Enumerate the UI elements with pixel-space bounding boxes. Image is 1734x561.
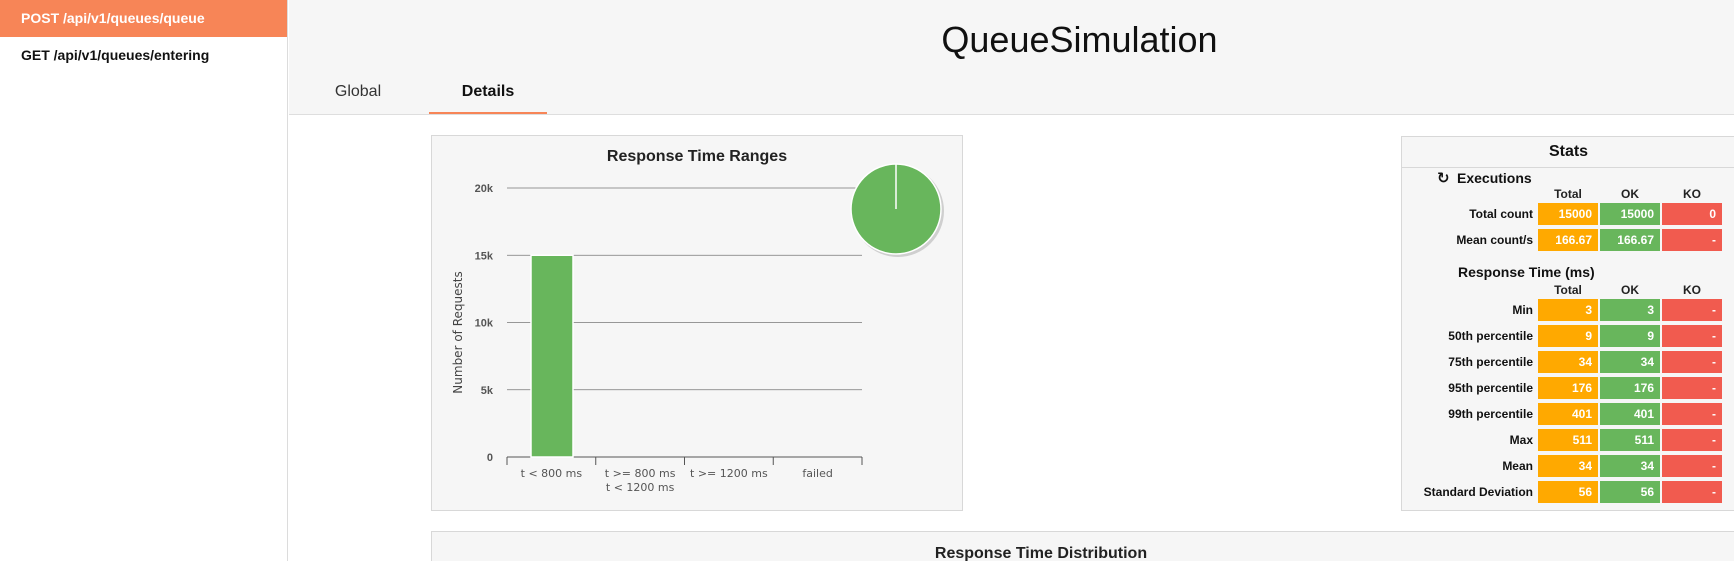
distribution-title: Response Time Distribution [934,545,1148,561]
response-time-heading: Response Time (ms) [1458,264,1595,280]
response-time-ranges-chart: 0 5k 10k 15k 20k t < 800 ms t >= 800 mst < 120… [451,163,944,494]
response-time-row-label: Max [1509,433,1533,447]
response-time-row-label: 75th percentile [1448,355,1533,369]
response-time-cell-ok: 56 [1600,481,1660,503]
response-time-row-label: 95th percentile [1448,381,1533,395]
executions-col-ok: OK [1621,187,1639,201]
executions-row-label: Mean count/s [1456,233,1533,247]
executions-col-ko: KO [1683,187,1701,201]
executions-label: Executions [1457,170,1532,186]
tab-details[interactable]: Details [429,77,547,114]
response-time-cell-total: 3 [1538,299,1598,321]
sidebar: POST /api/v1/queues/queue GET /api/v1/qu… [0,0,288,561]
refresh-icon: ↻ [1437,170,1450,187]
x-tick-label: t < 1200 ms [606,481,675,494]
response-time-cell-total: 56 [1538,481,1598,503]
response-time-row-label: 99th percentile [1448,407,1533,421]
response-time-cell-ok: 176 [1600,377,1660,399]
response-time-cell-total: 176 [1538,377,1598,399]
y-tick-label: 10k [475,318,494,330]
response-time-cell-ko: - [1662,455,1722,477]
header: QueueSimulation Global Details [289,0,1734,115]
y-tick-label: 20k [475,183,494,195]
response-time-row-label: Standard Deviation [1423,485,1533,499]
response-time-row-label: Min [1512,303,1533,317]
x-tick-label: t < 800 ms [521,467,583,480]
sidebar-item-get-entering[interactable]: GET /api/v1/queues/entering [0,37,287,74]
response-time-cell-total: 401 [1538,403,1598,425]
response-time-row-label: 50th percentile [1448,329,1533,343]
executions-cell-total: 15000 [1538,203,1598,225]
response-time-cell-ok: 9 [1600,325,1660,347]
response-time-cell-total: 34 [1538,455,1598,477]
executions-cell-ko: - [1662,229,1722,251]
executions-cell-ok: 166.67 [1600,229,1660,251]
y-tick-label: 5k [481,385,494,397]
response-time-distribution-panel: Response Time Distribution [431,531,1734,561]
stats-divider [1402,167,1734,168]
stats-panel: Stats ↻ Executions Total OK KO Total count 1… [1401,136,1734,511]
response-time-cell-total: 34 [1538,351,1598,373]
response-time-cell-ko: - [1662,403,1722,425]
stats-title: Stats [1548,143,1589,160]
executions-row-label: Total count [1469,207,1533,221]
response-time-cell-ok: 34 [1600,351,1660,373]
app-root: POST /api/v1/queues/queue GET /api/v1/qu… [0,0,1734,561]
response-time-col-ko: KO [1683,283,1701,297]
x-tick-label: failed [802,467,832,480]
response-time-cell-ko: - [1662,325,1722,347]
response-time-cell-ko: - [1662,429,1722,451]
y-tick-label: 0 [487,452,493,464]
response-time-cell-ok: 3 [1600,299,1660,321]
executions-col-total: Total [1554,187,1582,201]
response-time-cell-ko: - [1662,377,1722,399]
response-time-cell-ko: - [1662,299,1722,321]
response-time-cell-ok: 401 [1600,403,1660,425]
response-time-cell-total: 9 [1538,325,1598,347]
y-tick-label: 15k [475,250,494,262]
response-time-col-total: Total [1554,283,1582,297]
x-tick-label: t >= 800 ms [605,467,676,480]
response-time-ranges-panel: Response Time Ranges 0 5k 10k 15k 20k t < 800… [431,135,963,511]
response-time-cell-ko: - [1662,481,1722,503]
executions-cell-ok: 15000 [1600,203,1660,225]
response-time-cell-ok: 34 [1600,455,1660,477]
response-time-row-label: Mean [1502,459,1533,473]
executions-cell-ko: 0 [1662,203,1722,225]
tab-global[interactable]: Global [329,77,387,114]
y-axis-label: Number of Requests [451,271,465,393]
executions-cell-total: 166.67 [1538,229,1598,251]
x-tick-label: t >= 1200 ms [690,467,768,480]
response-time-cell-ko: - [1662,351,1722,373]
bar [530,254,574,458]
sidebar-item-post-queue[interactable]: POST /api/v1/queues/queue [0,0,287,37]
response-time-cell-ok: 511 [1600,429,1660,451]
response-time-cell-total: 511 [1538,429,1598,451]
page-title: QueueSimulation [941,19,1218,60]
executions-heading[interactable]: ↻ Executions [1437,169,1532,187]
response-time-col-ok: OK [1621,283,1639,297]
